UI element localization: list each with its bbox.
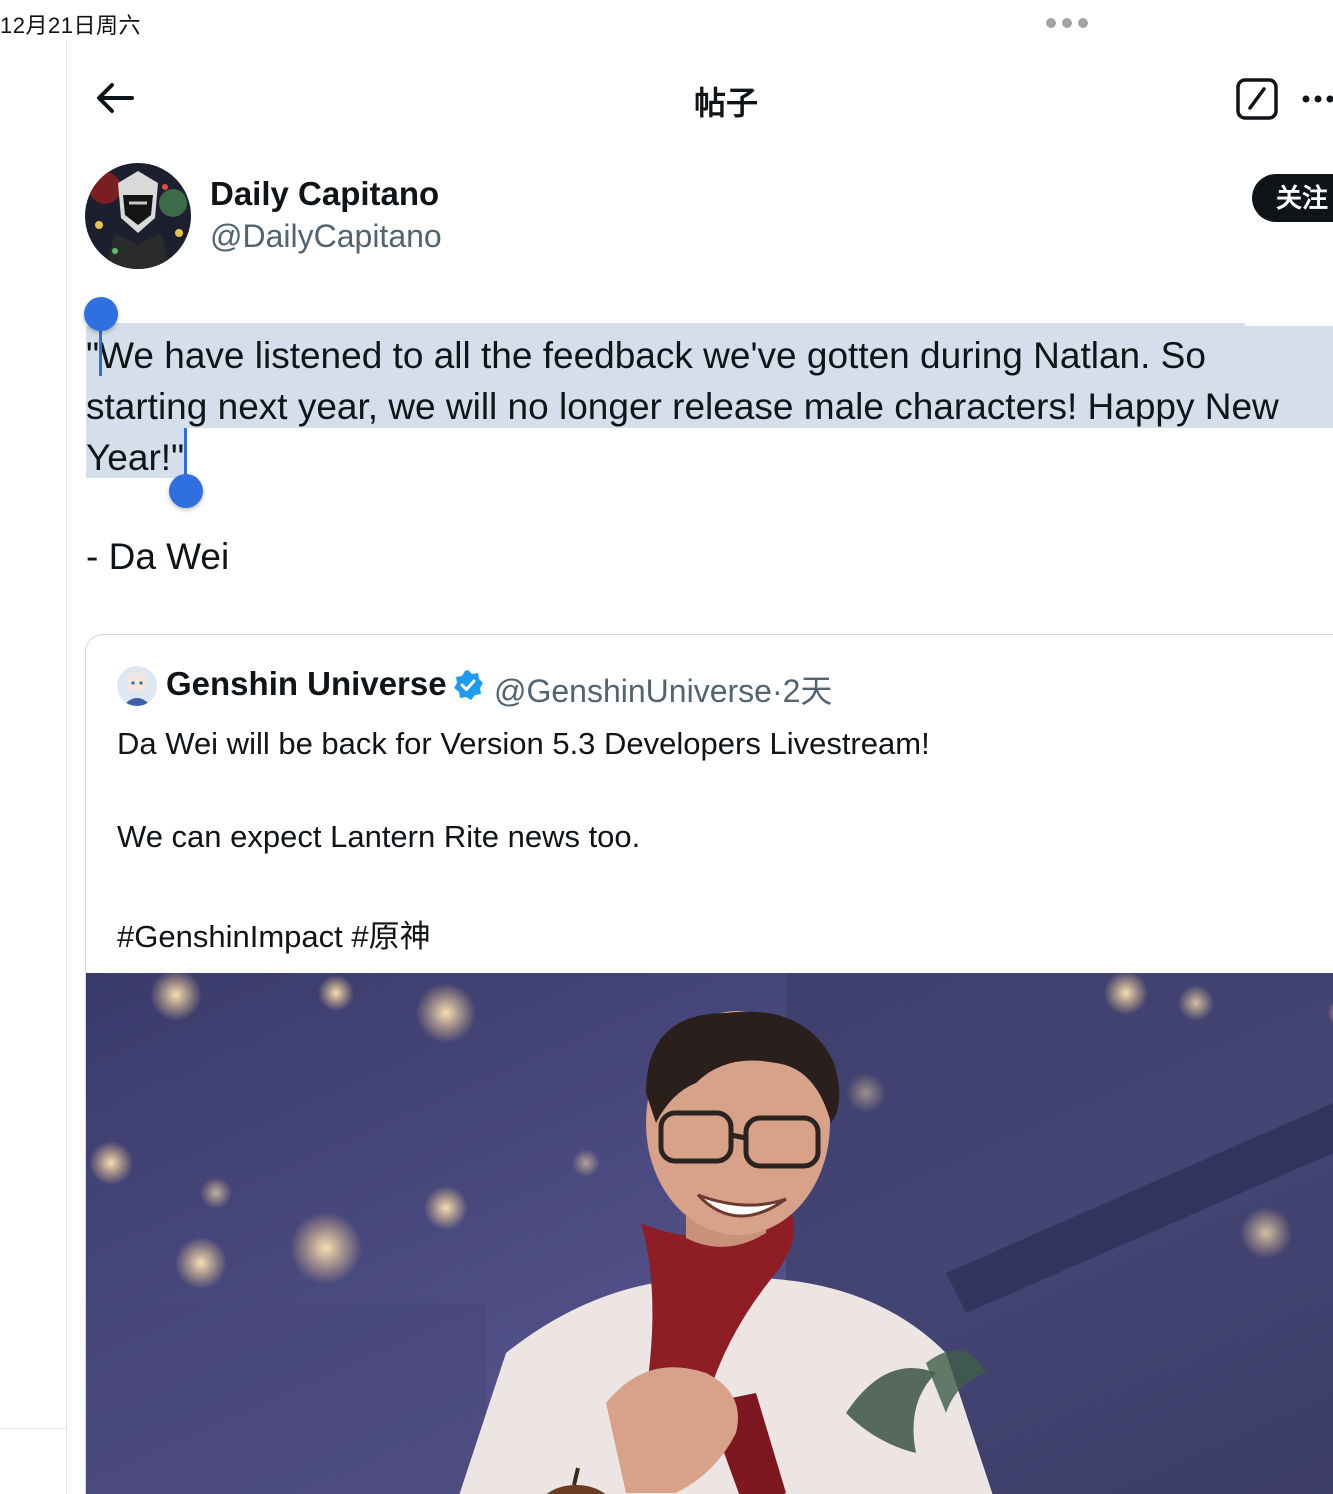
quote-text-line: Da Wei will be back for Version 5.3 Deve…: [117, 726, 930, 761]
tweet-text-line: starting next year, we will no longer re…: [86, 386, 1279, 427]
author-display-name[interactable]: Daily Capitano: [210, 175, 439, 213]
quote-author-display-name[interactable]: Genshin Universe: [166, 665, 447, 703]
status-bar-date: 12月21日周六: [0, 13, 141, 38]
author-handle[interactable]: @DailyCapitano: [210, 218, 442, 255]
avatar-image: [85, 163, 191, 269]
quoted-tweet-card[interactable]: Genshin Universe @GenshinUniverse·2天 Da …: [85, 634, 1333, 1494]
compose-icon: [1236, 78, 1278, 120]
more-options-button[interactable]: [1300, 82, 1333, 116]
compose-button[interactable]: [1236, 78, 1278, 120]
tweet-detail-screen: 12月21日周六 帖子 Daily Capitano @DailyCapitan…: [0, 0, 1333, 1494]
tweet-text-line: Year!": [86, 437, 185, 478]
quote-text-line: We can expect Lantern Rite news too.: [117, 819, 641, 854]
quote-hashtags[interactable]: #GenshinImpact #原神: [117, 911, 431, 956]
sidebar-edge: [0, 40, 67, 1494]
sidebar-divider: [0, 1428, 66, 1429]
more-horizontal-icon: [1302, 95, 1333, 103]
back-arrow-icon: [97, 83, 134, 113]
quote-avatar-image: [117, 666, 157, 706]
verified-badge-icon: [454, 670, 483, 700]
follow-button[interactable]: 关注: [1252, 174, 1333, 222]
back-button[interactable]: [92, 76, 140, 120]
author-avatar[interactable]: [85, 163, 191, 269]
quote-author-avatar[interactable]: [117, 666, 157, 706]
selection-end-handle[interactable]: [169, 474, 203, 508]
selection-start-handle[interactable]: [84, 297, 118, 331]
multitasking-dots-icon[interactable]: [1046, 18, 1088, 28]
page-title: 帖子: [693, 85, 758, 121]
quote-author-handle-time[interactable]: @GenshinUniverse·2天: [494, 666, 832, 712]
livestream-photo: [86, 973, 1333, 1494]
quote-media-image[interactable]: [86, 973, 1333, 1494]
tweet-text[interactable]: "We have listened to all the feedback we…: [86, 330, 1326, 483]
tweet-signature: - Da Wei: [86, 536, 230, 577]
tweet-text-line: "We have listened to all the feedback we…: [86, 335, 1206, 376]
